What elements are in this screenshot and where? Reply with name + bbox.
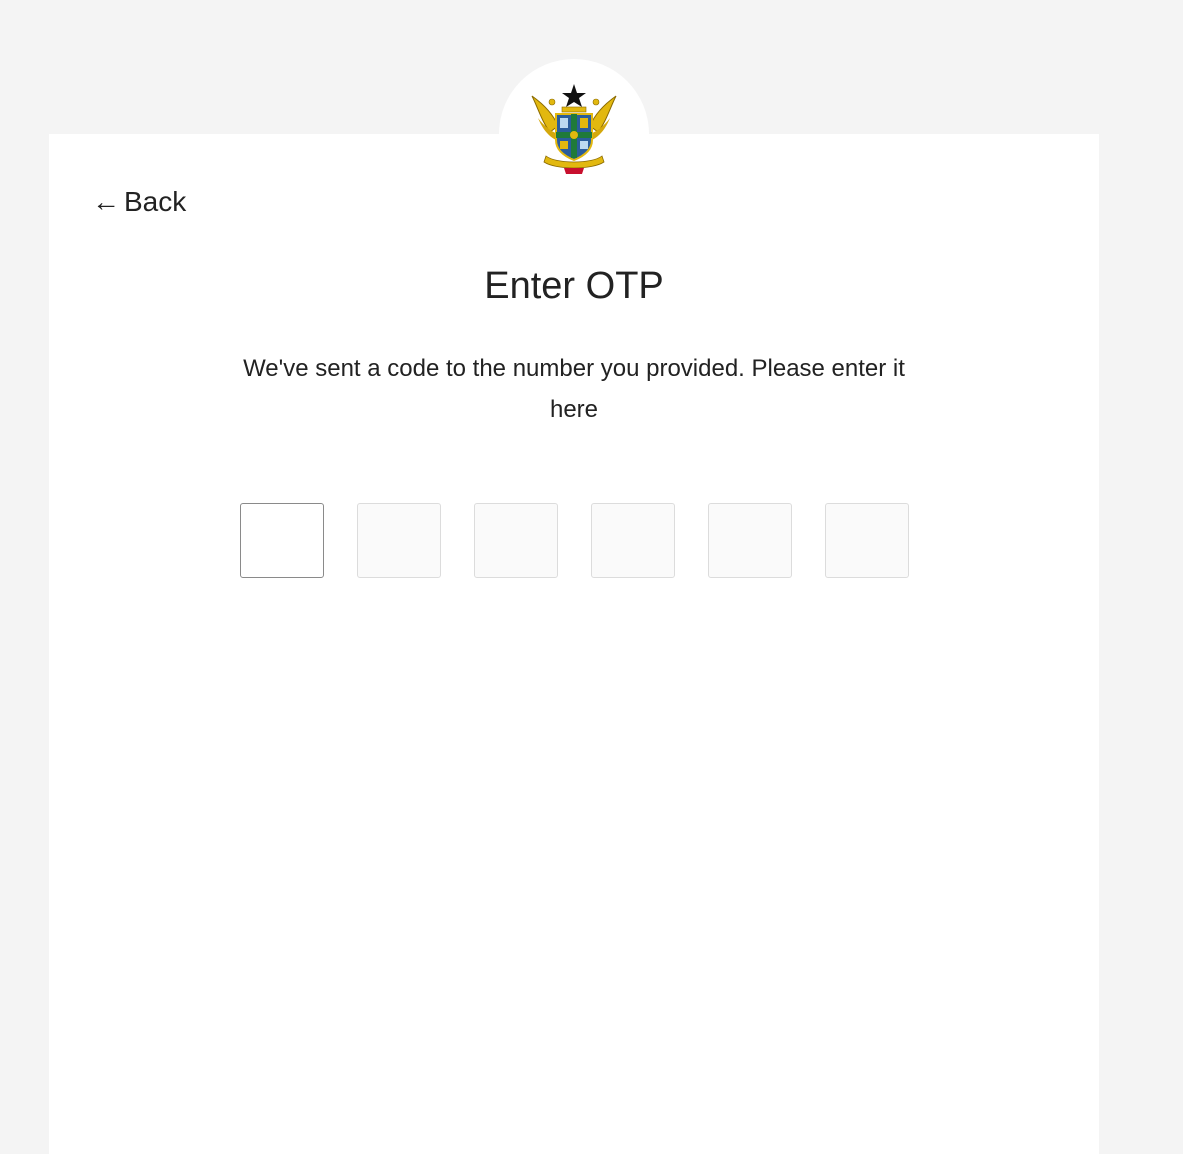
page-title: Enter OTP xyxy=(484,265,664,307)
otp-digit-5[interactable] xyxy=(708,503,792,578)
otp-instructions: We've sent a code to the number you prov… xyxy=(243,355,905,423)
otp-digit-6[interactable] xyxy=(825,503,909,578)
otp-digit-2[interactable] xyxy=(357,503,441,578)
back-link[interactable]: ← Back xyxy=(92,183,186,221)
back-label: Back xyxy=(124,186,187,217)
arrow-left-icon: ← xyxy=(92,186,120,217)
otp-input-group xyxy=(240,503,909,578)
emblem-badge xyxy=(499,59,649,209)
otp-digit-4[interactable] xyxy=(591,503,675,578)
coat-of-arms-icon xyxy=(531,84,617,174)
otp-digit-3[interactable] xyxy=(474,503,558,578)
otp-digit-1[interactable] xyxy=(240,503,324,578)
